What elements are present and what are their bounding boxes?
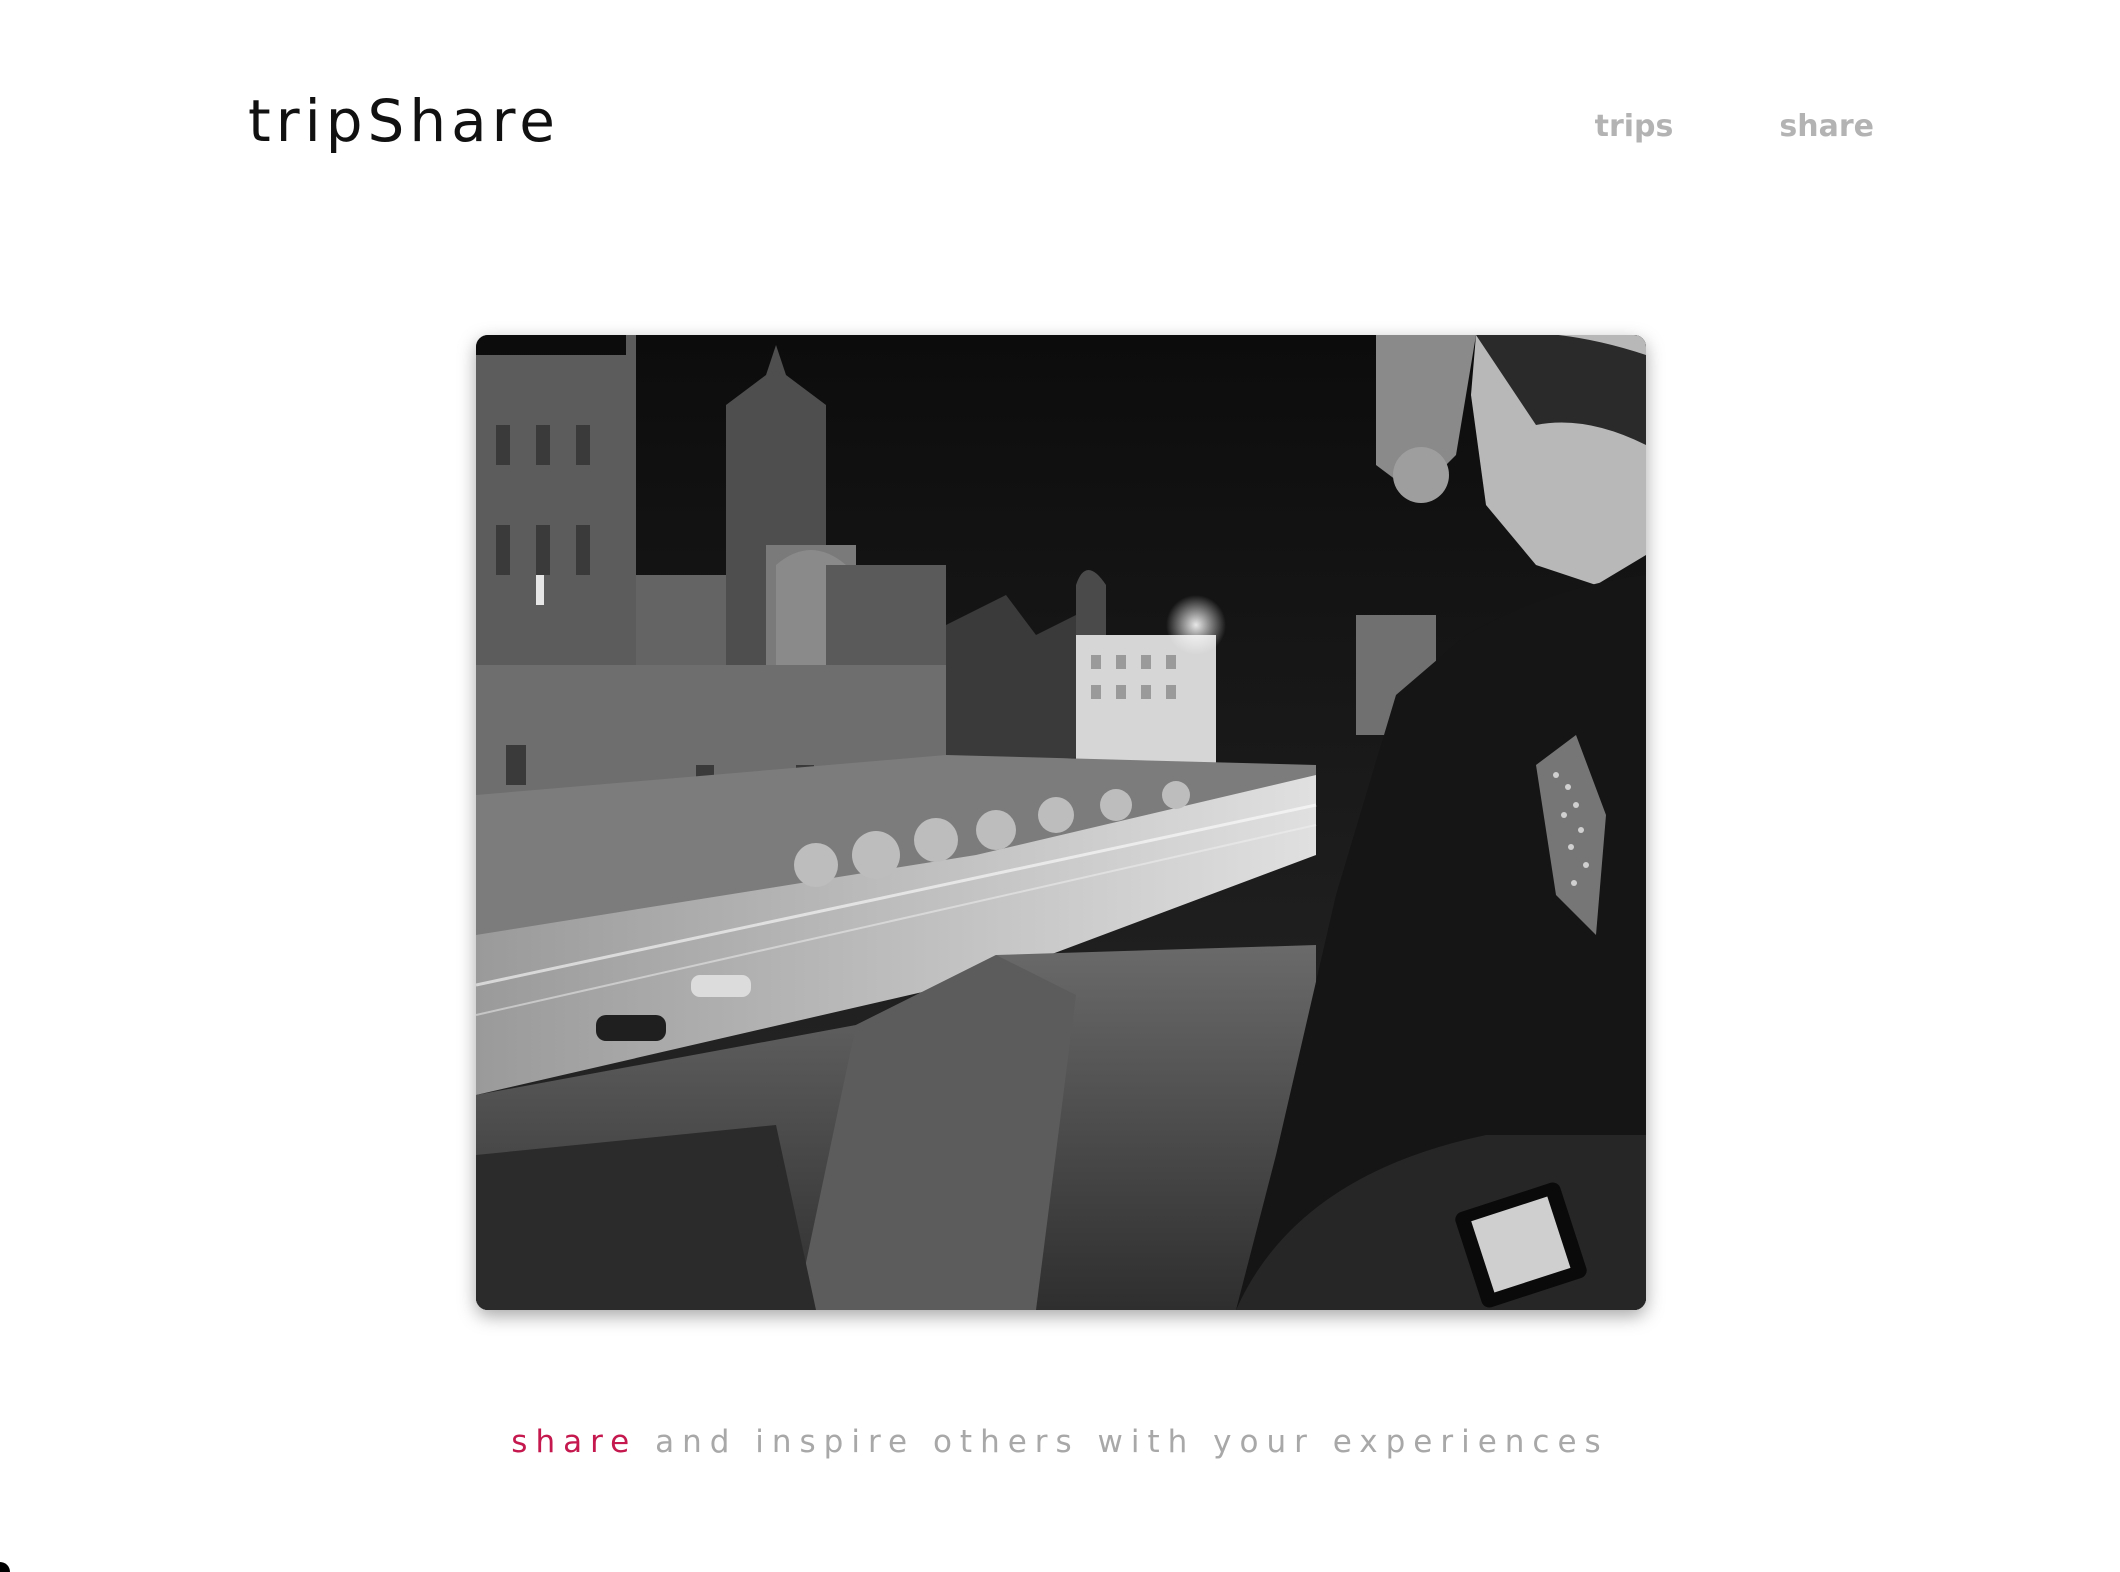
page: tripShare trips share share and inspire … (0, 0, 2120, 1572)
tagline-text: and inspire others with your experiences (637, 1424, 1609, 1460)
hero-image (476, 335, 1646, 1310)
tagline: share and inspire others with your exper… (0, 1427, 2120, 1458)
main-nav: trips share (1595, 112, 1874, 142)
tagline-accent: share (511, 1424, 638, 1460)
site-logo[interactable]: tripShare (248, 92, 560, 150)
hero-photo (476, 335, 1646, 1310)
nav-link-share[interactable]: share (1779, 112, 1874, 142)
window-corner (0, 1562, 10, 1572)
nav-link-trips[interactable]: trips (1595, 112, 1674, 142)
